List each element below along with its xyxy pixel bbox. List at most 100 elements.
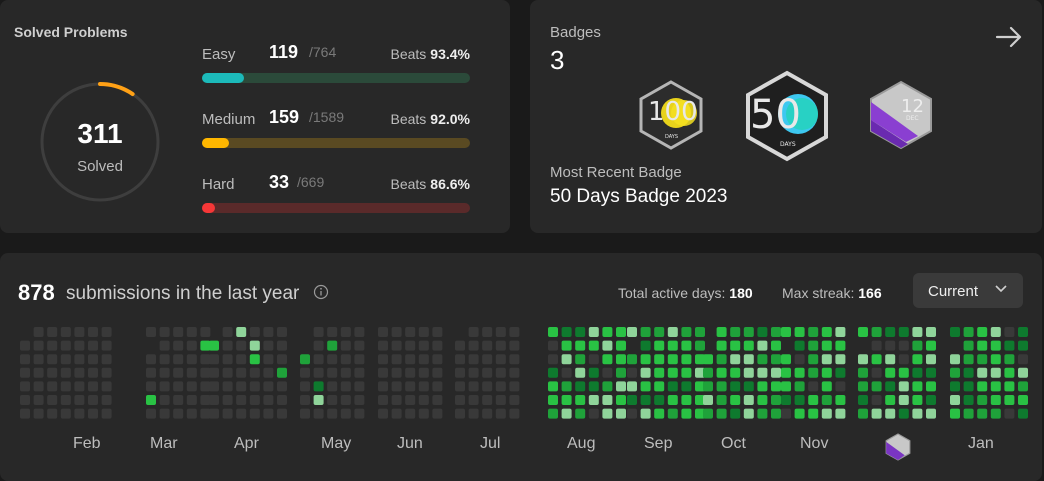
heatmap-day-cell[interactable] [468,367,479,378]
heatmap-day-cell[interactable] [743,381,754,392]
heatmap-day-cell[interactable] [794,354,805,365]
heatmap-day-cell[interactable] [602,340,613,351]
heatmap-day-cell[interactable] [695,327,705,337]
heatmap-day-cell[interactable] [354,327,365,337]
heatmap-day-cell[interactable] [616,340,626,351]
heatmap-day-cell[interactable] [977,395,988,405]
heatmap-day-cell[interactable] [885,395,896,405]
heatmap-day-cell[interactable] [313,340,324,351]
heatmap-day-cell[interactable] [455,381,465,392]
heatmap-day-cell[interactable] [912,395,923,405]
heatmap-day-cell[interactable] [405,381,416,392]
heatmap-day-cell[interactable] [236,367,247,378]
heatmap-day-cell[interactable] [313,381,324,392]
heatmap-day-cell[interactable] [88,395,98,405]
heatmap-day-cell[interactable] [667,354,678,365]
heatmap-day-cell[interactable] [743,340,754,351]
heatmap-day-cell[interactable] [60,340,71,351]
heatmap-day-cell[interactable] [277,340,287,351]
heatmap-day-cell[interactable] [60,408,71,419]
heatmap-day-cell[interactable] [912,327,923,337]
heatmap-day-cell[interactable] [871,367,882,378]
heatmap-day-cell[interactable] [186,381,197,392]
heatmap-day-cell[interactable] [482,340,493,351]
heatmap-day-cell[interactable] [200,354,211,365]
heatmap-day-cell[interactable] [640,395,651,405]
heatmap-day-cell[interactable] [548,327,558,337]
heatmap-day-cell[interactable] [209,367,219,378]
heatmap-day-cell[interactable] [74,327,85,337]
heatmap-day-cell[interactable] [781,395,791,405]
heatmap-day-cell[interactable] [794,327,805,337]
heatmap-day-cell[interactable] [378,367,388,378]
heatmap-day-cell[interactable] [432,408,443,419]
heatmap-day-cell[interactable] [926,340,936,351]
heatmap-day-cell[interactable] [885,381,896,392]
heatmap-day-cell[interactable] [33,395,44,405]
heatmap-day-cell[interactable] [654,354,665,365]
heatmap-day-cell[interactable] [871,408,882,419]
heatmap-day-cell[interactable] [858,367,868,378]
heatmap-day-cell[interactable] [885,367,896,378]
heatmap-day-cell[interactable] [354,354,365,365]
heatmap-day-cell[interactable] [101,381,112,392]
heatmap-day-cell[interactable] [681,395,692,405]
heatmap-day-cell[interactable] [950,381,960,392]
heatmap-day-cell[interactable] [821,340,832,351]
heatmap-day-cell[interactable] [808,327,819,337]
heatmap-day-cell[interactable] [681,367,692,378]
heatmap-day-cell[interactable] [405,395,416,405]
heatmap-day-cell[interactable] [871,381,882,392]
heatmap-day-cell[interactable] [771,327,781,337]
heatmap-day-cell[interactable] [33,354,44,365]
heatmap-day-cell[interactable] [509,327,520,337]
heatmap-day-cell[interactable] [588,340,599,351]
heatmap-day-cell[interactable] [378,340,388,351]
heatmap-day-cell[interactable] [378,395,388,405]
heatmap-day-cell[interactable] [354,381,365,392]
heatmap-day-cell[interactable] [482,354,493,365]
heatmap-day-cell[interactable] [236,354,247,365]
heatmap-day-cell[interactable] [977,354,988,365]
heatmap-day-cell[interactable] [871,395,882,405]
heatmap-day-cell[interactable] [236,381,247,392]
heatmap-day-cell[interactable] [858,327,868,337]
heatmap-day-cell[interactable] [159,408,170,419]
heatmap-day-cell[interactable] [898,408,909,419]
heatmap-day-cell[interactable] [432,327,443,337]
difficulty-medium[interactable]: Medium 159 /1589 Beats 92.0% [202,107,470,153]
heatmap-day-cell[interactable] [667,340,678,351]
heatmap-day-cell[interactable] [159,367,170,378]
heatmap-day-cell[interactable] [781,381,791,392]
heatmap-day-cell[interactable] [33,381,44,392]
heatmap-day-cell[interactable] [640,327,651,337]
heatmap-day-cell[interactable] [468,327,479,337]
heatmap-day-cell[interactable] [313,395,324,405]
heatmap-day-cell[interactable] [977,327,988,337]
heatmap-day-cell[interactable] [327,327,338,337]
heatmap-day-cell[interactable] [146,327,156,337]
heatmap-day-cell[interactable] [20,395,30,405]
heatmap-day-cell[interactable] [455,354,465,365]
heatmap-day-cell[interactable] [926,367,936,378]
heatmap-day-cell[interactable] [654,395,665,405]
heatmap-day-cell[interactable] [277,408,287,419]
difficulty-hard[interactable]: Hard 33 /669 Beats 86.6% [202,172,470,218]
heatmap-day-cell[interactable] [146,367,156,378]
heatmap-day-cell[interactable] [885,340,896,351]
heatmap-day-cell[interactable] [186,408,197,419]
heatmap-day-cell[interactable] [173,354,184,365]
heatmap-day-cell[interactable] [1018,408,1028,419]
heatmap-day-cell[interactable] [1004,408,1015,419]
heatmap-day-cell[interactable] [602,408,613,419]
heatmap-day-cell[interactable] [159,340,170,351]
heatmap-day-cell[interactable] [627,381,637,392]
heatmap-day-cell[interactable] [667,381,678,392]
heatmap-day-cell[interactable] [60,381,71,392]
heatmap-day-cell[interactable] [209,340,219,351]
heatmap-day-cell[interactable] [277,327,287,337]
heatmap-day-cell[interactable] [743,327,754,337]
heatmap-day-cell[interactable] [300,408,310,419]
heatmap-day-cell[interactable] [482,395,493,405]
heatmap-day-cell[interactable] [173,367,184,378]
